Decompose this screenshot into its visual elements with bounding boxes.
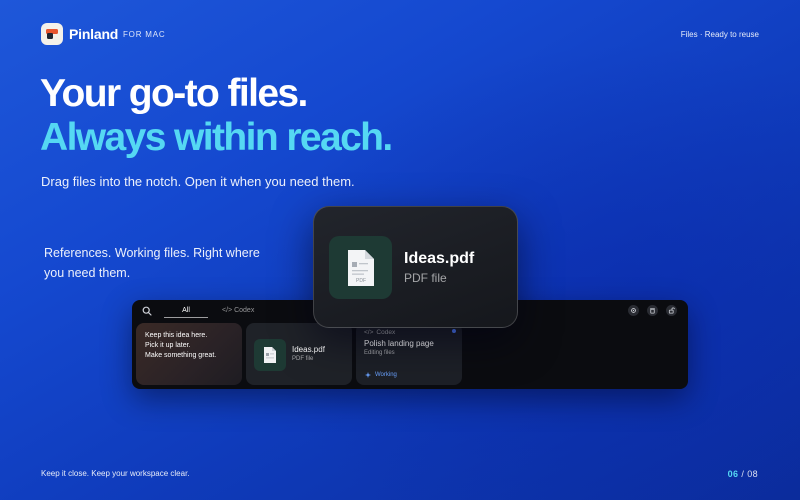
note-card[interactable]: Keep this idea here. Pick it up later. M…	[136, 323, 242, 385]
settings-icon[interactable]	[628, 305, 639, 316]
pdf-badge: PDF	[356, 278, 366, 284]
document-icon: PDF	[347, 249, 374, 286]
platform-label: FOR MAC	[123, 30, 166, 39]
activity-dot	[452, 329, 456, 333]
page-current: 06	[727, 469, 739, 479]
search-icon[interactable]	[142, 306, 152, 316]
status-text: Files · Ready to reuse	[680, 30, 759, 39]
file-thumbnail	[254, 339, 286, 371]
tab-codex-label: Codex	[234, 307, 255, 314]
side-note-line: References. Working files. Right where	[44, 246, 260, 260]
code-icon: </>	[222, 307, 233, 314]
file-preview-popup[interactable]: PDF Ideas.pdf PDF file	[313, 206, 518, 328]
pin-logo-icon	[46, 29, 58, 39]
tab-all[interactable]: All	[164, 304, 208, 318]
side-note: References. Working files. Right where y…	[44, 243, 274, 283]
codex-header: </> Codex	[364, 329, 454, 336]
codex-status: Working	[365, 372, 397, 378]
trash-icon[interactable]	[647, 305, 658, 316]
codex-status-label: Working	[375, 372, 397, 378]
file-kind: PDF file	[292, 356, 314, 362]
brand-name: Pinland	[69, 26, 119, 42]
note-line: Keep this idea here.	[145, 332, 208, 339]
sparkle-icon	[365, 372, 371, 378]
footer-tagline: Keep it close. Keep your workspace clear…	[41, 469, 190, 478]
page-indicator: 06 / 08	[728, 469, 758, 479]
page-separator: /	[741, 469, 745, 479]
popup-file-name: Ideas.pdf	[404, 250, 475, 267]
codex-subtitle: Editing files	[364, 350, 395, 356]
codex-card[interactable]: </> Codex Polish landing page Editing fi…	[356, 323, 462, 385]
file-name: Ideas.pdf	[292, 345, 325, 354]
code-icon: </>	[364, 329, 374, 336]
file-card[interactable]: Ideas.pdf PDF file	[246, 323, 352, 385]
note-line: Make something great.	[145, 352, 217, 359]
codex-label: Codex	[376, 329, 396, 336]
note-line: Pick it up later.	[145, 342, 191, 349]
tab-codex[interactable]: </> Codex	[222, 304, 254, 318]
page-total: 08	[747, 469, 758, 479]
app-logo	[41, 23, 63, 45]
popup-file-kind: PDF file	[404, 271, 447, 285]
headline-primary: Your go-to files.	[40, 72, 308, 115]
document-icon	[264, 347, 276, 363]
file-thumbnail: PDF	[329, 236, 392, 299]
side-note-line: you need them.	[44, 266, 131, 280]
lead-text: Drag files into the notch. Open it when …	[41, 174, 355, 189]
unlock-icon[interactable]	[666, 305, 677, 316]
codex-title: Polish landing page	[364, 339, 434, 348]
headline-accent: Always within reach.	[40, 116, 393, 159]
